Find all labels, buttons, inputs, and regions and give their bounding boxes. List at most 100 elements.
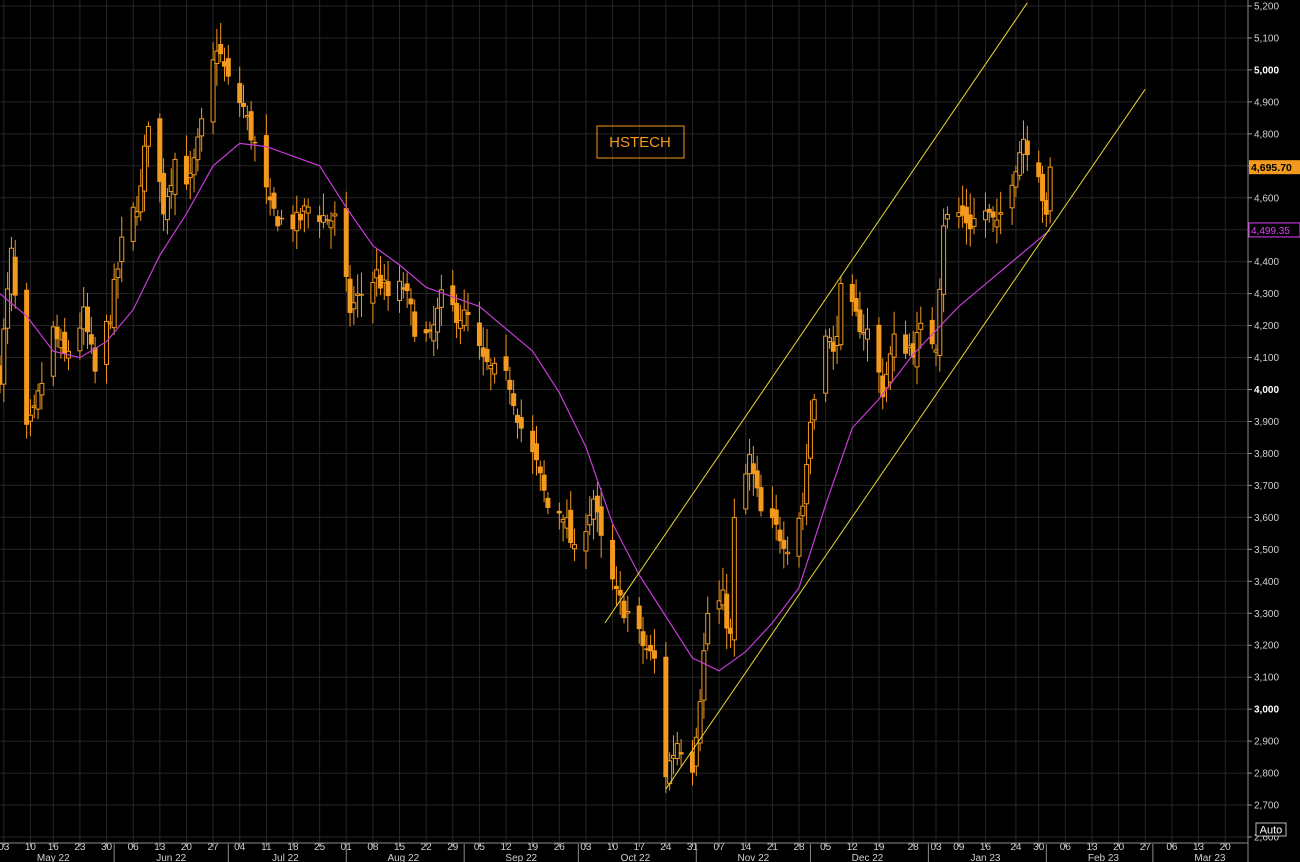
candle-body-down xyxy=(279,217,285,220)
candle-body-down xyxy=(465,311,471,315)
candle-body-down xyxy=(225,58,231,77)
candle xyxy=(275,209,281,232)
candle-body-down xyxy=(541,474,547,491)
x-day-label: 20 xyxy=(1220,842,1232,853)
candle-body-down xyxy=(92,347,98,372)
y-tick-label: 4,200 xyxy=(1254,321,1279,332)
chart-title: HSTECH xyxy=(609,134,671,151)
candle xyxy=(651,629,657,674)
candle-body-up xyxy=(320,215,326,223)
candle xyxy=(830,325,836,370)
candle-body-down xyxy=(876,324,882,373)
candle-body-down xyxy=(857,309,863,333)
x-day-label: 11 xyxy=(261,842,272,853)
y-tick-label: 3,800 xyxy=(1254,449,1279,460)
x-day-label: 09 xyxy=(953,842,965,853)
candle xyxy=(130,202,136,251)
candle-body-down xyxy=(476,322,482,346)
candle-body-down xyxy=(1040,174,1046,202)
candle-body-up xyxy=(998,212,1004,215)
x-day-label: 20 xyxy=(181,842,193,853)
candle-body-up xyxy=(39,382,45,396)
candle xyxy=(412,299,418,342)
candle xyxy=(225,44,231,85)
candle-body-down xyxy=(343,208,349,277)
candle-body-up xyxy=(199,118,205,137)
x-day-label: 07 xyxy=(714,842,726,853)
candle-body-down xyxy=(533,443,539,461)
candle-body-up xyxy=(119,236,125,263)
candle xyxy=(183,135,189,190)
candle-body-up xyxy=(332,213,338,217)
candle-body-up xyxy=(351,302,357,310)
x-day-label: 12 xyxy=(500,842,512,853)
candle-body-up xyxy=(111,278,117,329)
candle-body-up xyxy=(865,328,871,340)
candle xyxy=(903,320,909,359)
candle-body-down xyxy=(358,294,364,296)
candle-body-up xyxy=(826,337,832,343)
auto-button[interactable]: Auto xyxy=(1255,822,1287,837)
candle-body-down xyxy=(183,155,189,185)
x-day-label: 28 xyxy=(908,842,920,853)
candle xyxy=(104,314,110,384)
x-day-label: 08 xyxy=(367,842,379,853)
candle xyxy=(838,275,844,351)
candle xyxy=(982,192,988,238)
x-day-label: 30 xyxy=(1033,842,1045,853)
last-price-label: 4,695.70 xyxy=(1251,162,1292,174)
x-day-label: 06 xyxy=(1166,842,1178,853)
x-month-label: Feb 23 xyxy=(1088,853,1120,862)
candle xyxy=(263,114,269,205)
candle-body-down xyxy=(903,334,909,354)
candle xyxy=(781,521,787,569)
candle-body-down xyxy=(62,331,68,354)
candle-body-down xyxy=(724,593,730,629)
candle xyxy=(172,152,178,216)
candle-body-down xyxy=(1024,140,1030,156)
x-day-label: 15 xyxy=(394,842,406,853)
x-day-label: 12 xyxy=(847,842,859,853)
x-day-label: 14 xyxy=(740,842,752,853)
candle-body-down xyxy=(518,417,524,429)
x-day-label: 04 xyxy=(234,842,246,853)
candle xyxy=(237,66,243,118)
y-tick-label: 3,500 xyxy=(1254,545,1279,556)
auto-button-label[interactable]: Auto xyxy=(1260,825,1283,837)
x-day-label: 06 xyxy=(128,842,140,853)
candle xyxy=(994,198,1000,244)
candle xyxy=(724,573,730,650)
candle-body-up xyxy=(838,283,844,346)
y-tick-label: 2,900 xyxy=(1254,737,1279,748)
candle-body-up xyxy=(572,544,578,550)
candle-body-up xyxy=(667,760,673,785)
y-tick-label: 4,100 xyxy=(1254,353,1279,364)
moving-average-line xyxy=(0,142,1051,672)
x-day-label: 23 xyxy=(74,842,86,853)
candle-body-up xyxy=(115,268,121,279)
candle-body-down xyxy=(450,285,456,306)
candle-body-up xyxy=(804,464,810,505)
candle-body-down xyxy=(568,509,574,544)
candle-body-down xyxy=(484,348,490,363)
y-tick-label: 4,000 xyxy=(1254,385,1279,396)
y-tick-label: 5,000 xyxy=(1254,65,1279,76)
y-tick-label: 3,700 xyxy=(1254,481,1279,492)
x-month-label: Aug 22 xyxy=(387,853,419,862)
x-day-label: 27 xyxy=(1140,842,1152,853)
candle-body-up xyxy=(210,59,216,123)
candle-body-up xyxy=(731,517,737,641)
candle-body-down xyxy=(237,83,243,104)
x-month-label: Nov 22 xyxy=(738,853,770,862)
candle-body-up xyxy=(937,288,943,356)
candle-body-down xyxy=(537,466,543,474)
candle-body-up xyxy=(164,196,170,221)
candle xyxy=(294,195,300,250)
x-day-label: 19 xyxy=(527,842,539,853)
candle-body-down xyxy=(651,650,657,659)
x-day-label: 05 xyxy=(820,842,832,853)
candle-body-up xyxy=(1047,166,1053,212)
x-day-label: 10 xyxy=(25,842,37,853)
candle-body-down xyxy=(621,600,627,619)
x-day-label: 10 xyxy=(607,842,619,853)
